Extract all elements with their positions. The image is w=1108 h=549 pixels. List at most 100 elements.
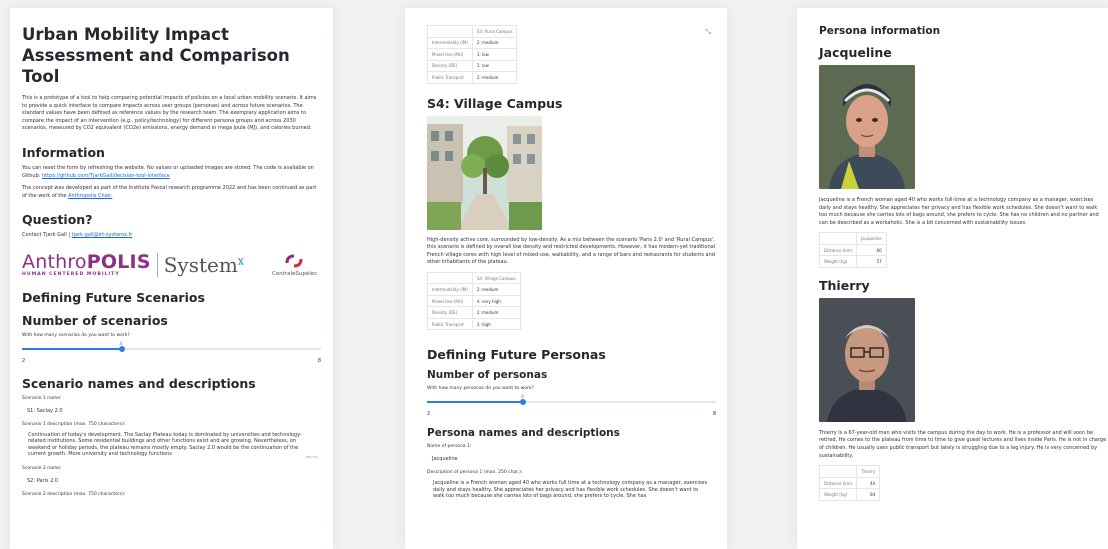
scenario2-name-label: Scenario 2 name: xyxy=(22,465,62,471)
table-row: Public Transport 2: medium xyxy=(427,71,518,84)
slider-value: 4 xyxy=(119,340,123,346)
row-value: 2: medium xyxy=(471,283,521,296)
row-value: 40 xyxy=(856,476,881,490)
slider-knob[interactable] xyxy=(118,345,125,352)
row-label: Weight (kg) xyxy=(818,488,858,501)
slider-fill xyxy=(22,347,122,350)
scenario4-table: S4: Village Campus Intermodality (IM) 2: … xyxy=(427,271,521,331)
anthropolis-logo: AnthroPOLIS HUMAN CENTERED MOBILITY xyxy=(22,250,151,278)
slider-range: 28 xyxy=(22,358,321,364)
jacqueline-portrait xyxy=(819,65,915,189)
scenario1-name-label: Scenario 1 name: xyxy=(22,395,62,401)
scenario1-desc-text: Continuation of today's development. The… xyxy=(28,431,302,458)
scenario-names-heading: Scenario names and descriptions xyxy=(22,375,256,391)
persona1-desc-textarea[interactable]: Jacqueline is a French woman aged 40 who… xyxy=(427,478,716,510)
row-label: Weight (kg) xyxy=(818,255,858,268)
table-header: S3: Rural Campus xyxy=(471,25,518,38)
table-corner xyxy=(818,232,858,245)
row-value: 57 xyxy=(856,255,887,268)
thierry-photo xyxy=(819,297,915,422)
row-value: 2: medium xyxy=(471,306,521,319)
row-label: Public Transport xyxy=(427,317,473,331)
systemx-logo-text: System xyxy=(163,252,238,277)
row-label: Mixed Use (MU) xyxy=(427,48,473,61)
scenario1-name-input[interactable]: S1: Saclay 2.0 xyxy=(22,404,321,418)
row-value: 1: low xyxy=(471,48,518,61)
persona1-desc-label: Description of persona 1 (max. 250 char.… xyxy=(427,470,523,476)
persona-count-question: With how many personas do you want to wo… xyxy=(427,386,534,392)
slider-fill xyxy=(427,401,524,404)
information-heading: Information xyxy=(22,144,105,160)
panel-personas: Persona information Jacqueline Jacquelin… xyxy=(797,8,1108,549)
contact-text: Contact Tjark Gall | tjark.gall@irt-syst… xyxy=(22,232,321,240)
number-of-personas-heading: Number of personas xyxy=(427,369,548,382)
table-header: S4: Village Campus xyxy=(471,271,521,285)
char-counter: 386/750 xyxy=(305,455,318,460)
defining-scenarios-heading: Defining Future Scenarios xyxy=(22,289,205,305)
row-label: Distance (km) xyxy=(818,243,858,257)
github-link[interactable]: https://github.com/TjarkGall/decision-to… xyxy=(42,173,170,179)
row-value: 84 xyxy=(856,488,881,501)
slider-range: 28 xyxy=(427,411,716,417)
persona-jacqueline-heading: Jacqueline xyxy=(819,45,892,60)
anthropolis-link[interactable]: Anthropolis Chair. xyxy=(68,193,112,199)
persona1-name-input[interactable]: Jacqueline xyxy=(427,452,716,466)
centralesupelec-logo-text: CentraleSupélec xyxy=(272,270,318,277)
slider-min: 2 xyxy=(22,357,26,364)
centralesupelec-logo: CentraleSupélec xyxy=(272,253,317,277)
concept-text: The concept was developed as part of the… xyxy=(22,185,321,200)
persona-count-slider[interactable]: 4 xyxy=(427,394,716,408)
village-campus-image xyxy=(427,115,542,230)
partner-logos: AnthroPOLIS HUMAN CENTERED MOBILITY Syst… xyxy=(22,249,321,281)
persona-thierry-heading: Thierry xyxy=(819,277,870,293)
table-row: Distance (km) 40 xyxy=(818,476,881,490)
panel-intro: Urban Mobility Impact Assessment and Com… xyxy=(10,8,333,549)
table-row: Weight (kg) 57 xyxy=(818,255,887,268)
row-value: 4: very high xyxy=(471,294,521,308)
defining-personas-heading: Defining Future Personas xyxy=(427,347,606,363)
scenario4-heading: S4: Village Campus xyxy=(427,95,563,111)
table-row: Weight (kg) 84 xyxy=(818,488,881,501)
row-value: 60 xyxy=(856,243,887,257)
scenario-count-question: With how many scenarios do you want to w… xyxy=(22,332,130,338)
table-row: Distance (km) 60 xyxy=(818,243,887,257)
table-corner xyxy=(427,25,473,38)
anthropolis-logo-a: Anthro xyxy=(22,250,87,273)
slider-max: 8 xyxy=(317,357,321,364)
row-value: 3: high xyxy=(471,317,521,331)
thierry-table: Thierry Distance (km) 40 Weight (kg) 84 xyxy=(818,465,881,501)
concept-label: The concept was developed as part of the… xyxy=(22,185,317,199)
table-row: Intermodality (IM) 2: medium xyxy=(427,283,521,296)
table-corner xyxy=(427,271,473,285)
scenario1-desc-label: Scenario 1 description (max. 750 charact… xyxy=(22,421,126,427)
slider-knob[interactable] xyxy=(520,399,527,406)
page-title: Urban Mobility Impact Assessment and Com… xyxy=(22,25,290,86)
slider-value: 4 xyxy=(521,394,524,400)
number-of-scenarios-heading: Number of scenarios xyxy=(22,312,168,328)
table-header: Jacqueline xyxy=(856,232,887,245)
scenario2-name-input[interactable]: S2: Paris 2.0 xyxy=(22,474,321,488)
row-label: Density (DE) xyxy=(427,306,473,319)
table-row: Intermodality (IM) 2: medium xyxy=(427,36,518,49)
row-label: Distance (km) xyxy=(818,476,858,490)
persona1-desc-text: Jacqueline is a French woman aged 40 who… xyxy=(433,480,708,500)
anthropolis-logo-b: POLIS xyxy=(86,250,151,273)
row-value: 2: medium xyxy=(471,36,518,49)
expand-icon[interactable]: ⤡ xyxy=(705,28,711,37)
centralesupelec-icon xyxy=(285,254,303,268)
contact-email-link[interactable]: tjark.gall@irt-systemx.fr xyxy=(72,232,133,238)
row-label: Mixed Use (MU) xyxy=(427,294,473,308)
scenario2-desc-label: Scenario 2 description (max. 750 charact… xyxy=(22,491,126,497)
row-label: Intermodality (IM) xyxy=(427,36,473,49)
information-text: You can reset the form by refreshing the… xyxy=(22,165,321,180)
table-row: Public Transport 3: high xyxy=(427,317,521,331)
scenario4-description: High-density active core, surrounded by … xyxy=(427,236,716,266)
table-row: Mixed Use (MU) 4: very high xyxy=(427,294,521,308)
table-row: Mixed Use (MU) 1: low xyxy=(427,48,518,61)
intro-text: This is a prototype of a tool to help co… xyxy=(22,95,317,132)
scenario-count-slider[interactable]: 4 xyxy=(22,341,321,355)
systemx-logo: Systemx xyxy=(156,252,244,277)
scenario1-desc-textarea[interactable]: Continuation of today's development. The… xyxy=(22,430,321,462)
jacqueline-photo xyxy=(819,65,915,189)
table-corner xyxy=(818,465,858,478)
